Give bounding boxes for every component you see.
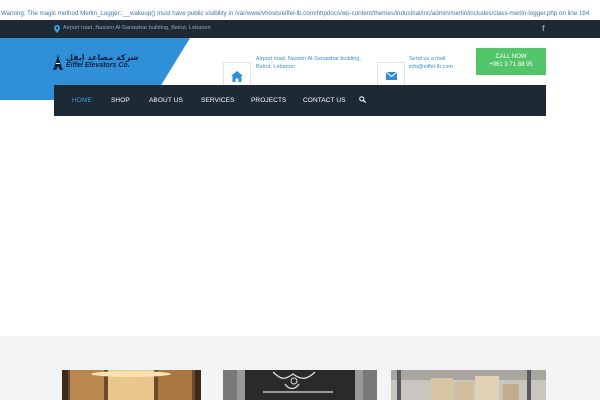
home-icon	[231, 70, 243, 82]
header-mail[interactable]: Send us a mail info@eiffel-lb.com	[409, 56, 453, 71]
service-image-warehouse[interactable]	[391, 370, 546, 400]
header-address: Airport road, Nassim Al-Sanawbar buildin…	[256, 56, 361, 70]
php-warning: Warning: The magic method Merlin_Logger:…	[1, 10, 590, 17]
facebook-icon[interactable]: f	[542, 24, 545, 33]
nav-item-contact-us[interactable]: CONTACT US	[303, 97, 346, 104]
logo-english-text: Eiffel Elevators Co.	[66, 62, 130, 69]
nav-item-shop[interactable]: SHOP	[111, 97, 130, 104]
map-pin-icon	[54, 25, 60, 33]
envelope-icon	[385, 72, 397, 80]
call-now-label: CALL NOW	[495, 54, 527, 60]
service-image-elevator-door[interactable]	[223, 370, 377, 400]
nav-item-home[interactable]: HOME	[72, 97, 92, 104]
elevator-cabin-image	[62, 370, 201, 400]
elevator-door-image	[223, 370, 377, 400]
main-nav: HOME SHOP ABOUT US SERVICES PROJECTS CON…	[54, 85, 546, 116]
eiffel-tower-icon	[53, 54, 63, 70]
search-icon[interactable]	[359, 96, 366, 103]
logo[interactable]: شركة مصاعد ايفل Eiffel Elevators Co.	[53, 53, 143, 70]
top-bar: Airport road, Nassim Al-Sanawbar buildin…	[0, 20, 600, 38]
logo-arabic-text: شركة مصاعد ايفل	[66, 53, 139, 62]
nav-item-services[interactable]: SERVICES	[201, 97, 235, 104]
call-now-phone: +961 3 71 88 95	[489, 62, 533, 68]
service-image-elevator-cabin[interactable]	[62, 370, 201, 400]
call-now-button[interactable]: CALL NOW +961 3 71 88 95	[476, 48, 546, 75]
warehouse-image	[391, 370, 546, 400]
nav-item-projects[interactable]: PROJECTS	[251, 97, 286, 104]
top-address: Airport road, Nassim Al-Sanawbar buildin…	[63, 25, 211, 31]
nav-item-about-us[interactable]: ABOUT US	[149, 97, 183, 104]
